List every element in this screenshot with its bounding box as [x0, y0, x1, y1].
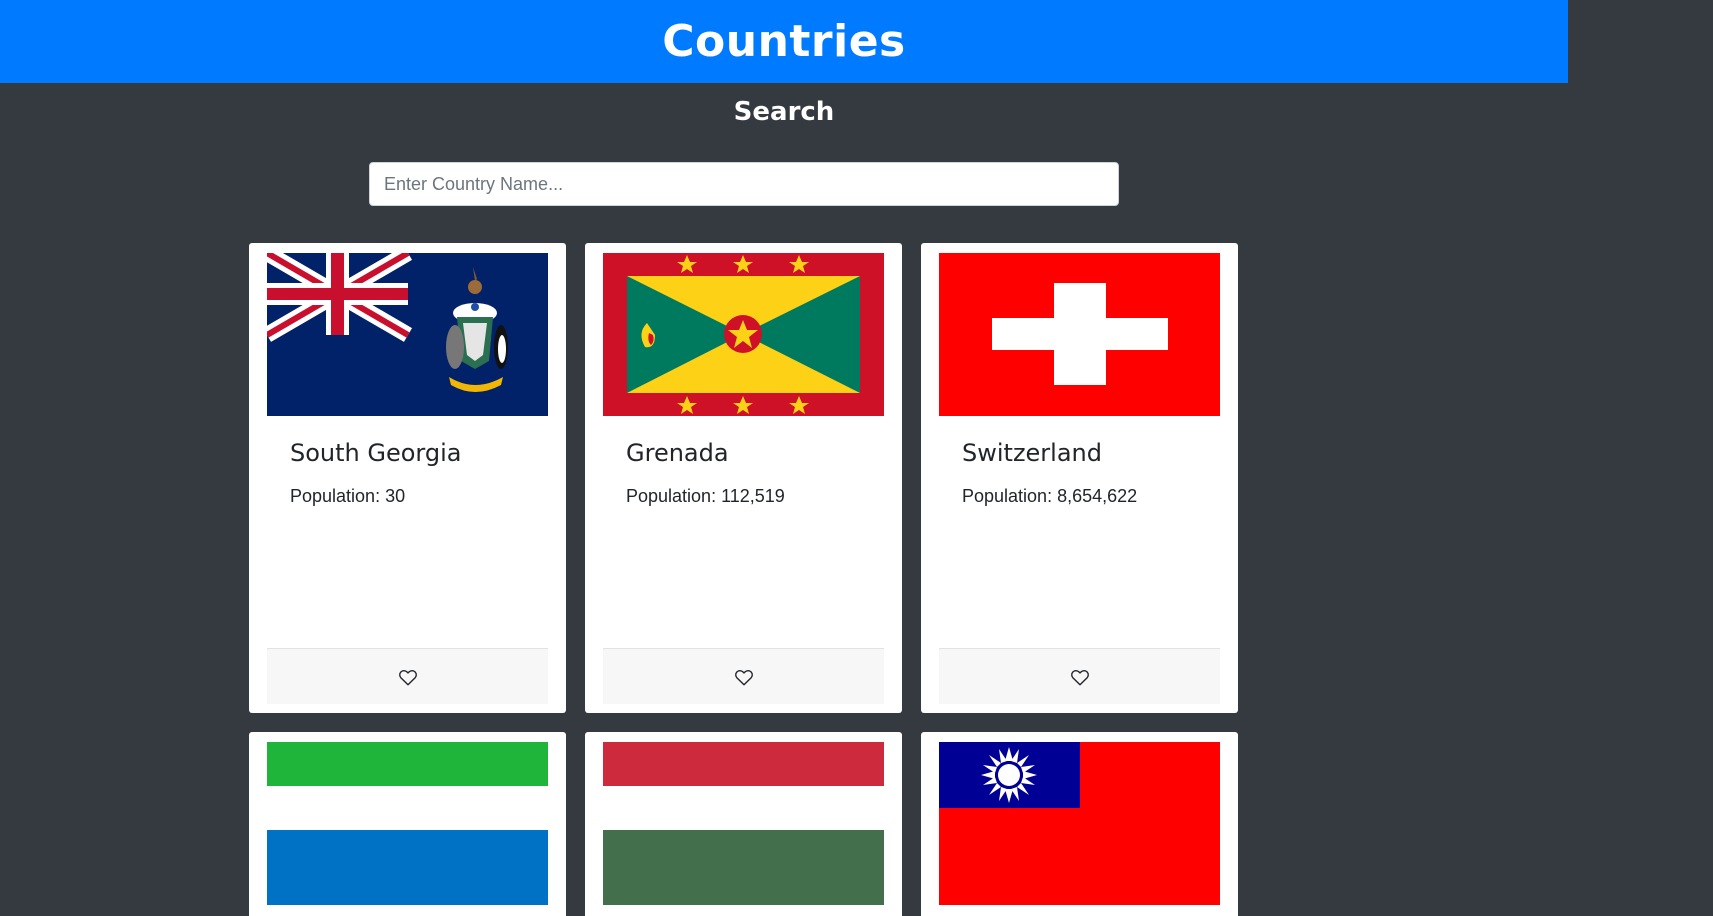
country-name: Grenada [626, 439, 729, 467]
country-card[interactable]: South Georgia Population: 30 [249, 243, 566, 713]
country-population: Population: 112,519 [626, 486, 785, 506]
country-card[interactable]: Grenada Population: 112,519 [585, 243, 902, 713]
card-footer [603, 648, 884, 704]
country-name: South Georgia [290, 439, 462, 467]
taiwan-flag [939, 742, 1220, 905]
grenada-flag [603, 253, 884, 416]
south-georgia-flag [267, 253, 548, 416]
heart-outline-icon[interactable] [1069, 666, 1091, 688]
heart-outline-icon[interactable] [733, 666, 755, 688]
country-card[interactable] [921, 732, 1238, 916]
app-title: Countries [662, 16, 906, 67]
search-input[interactable] [369, 162, 1119, 206]
hungary-flag [603, 742, 884, 905]
country-card[interactable] [585, 732, 902, 916]
search-heading: Search [733, 97, 835, 127]
sierra-leone-flag [267, 742, 548, 905]
page: Countries Search Enter Country Name... S… [0, 0, 1568, 916]
search-container [369, 162, 1119, 206]
country-name: Switzerland [962, 439, 1102, 467]
top-bar: Countries [0, 0, 1568, 83]
country-population: Population: 8,654,622 [962, 486, 1138, 506]
switzerland-flag [939, 253, 1220, 416]
heart-outline-icon[interactable] [397, 666, 419, 688]
country-population: Population: 30 [290, 486, 406, 506]
card-footer [267, 648, 548, 704]
country-card[interactable] [249, 732, 566, 916]
country-card[interactable]: Switzerland Population: 8,654,622 [921, 243, 1238, 713]
card-footer [939, 648, 1220, 704]
page-margin [1568, 0, 1713, 916]
